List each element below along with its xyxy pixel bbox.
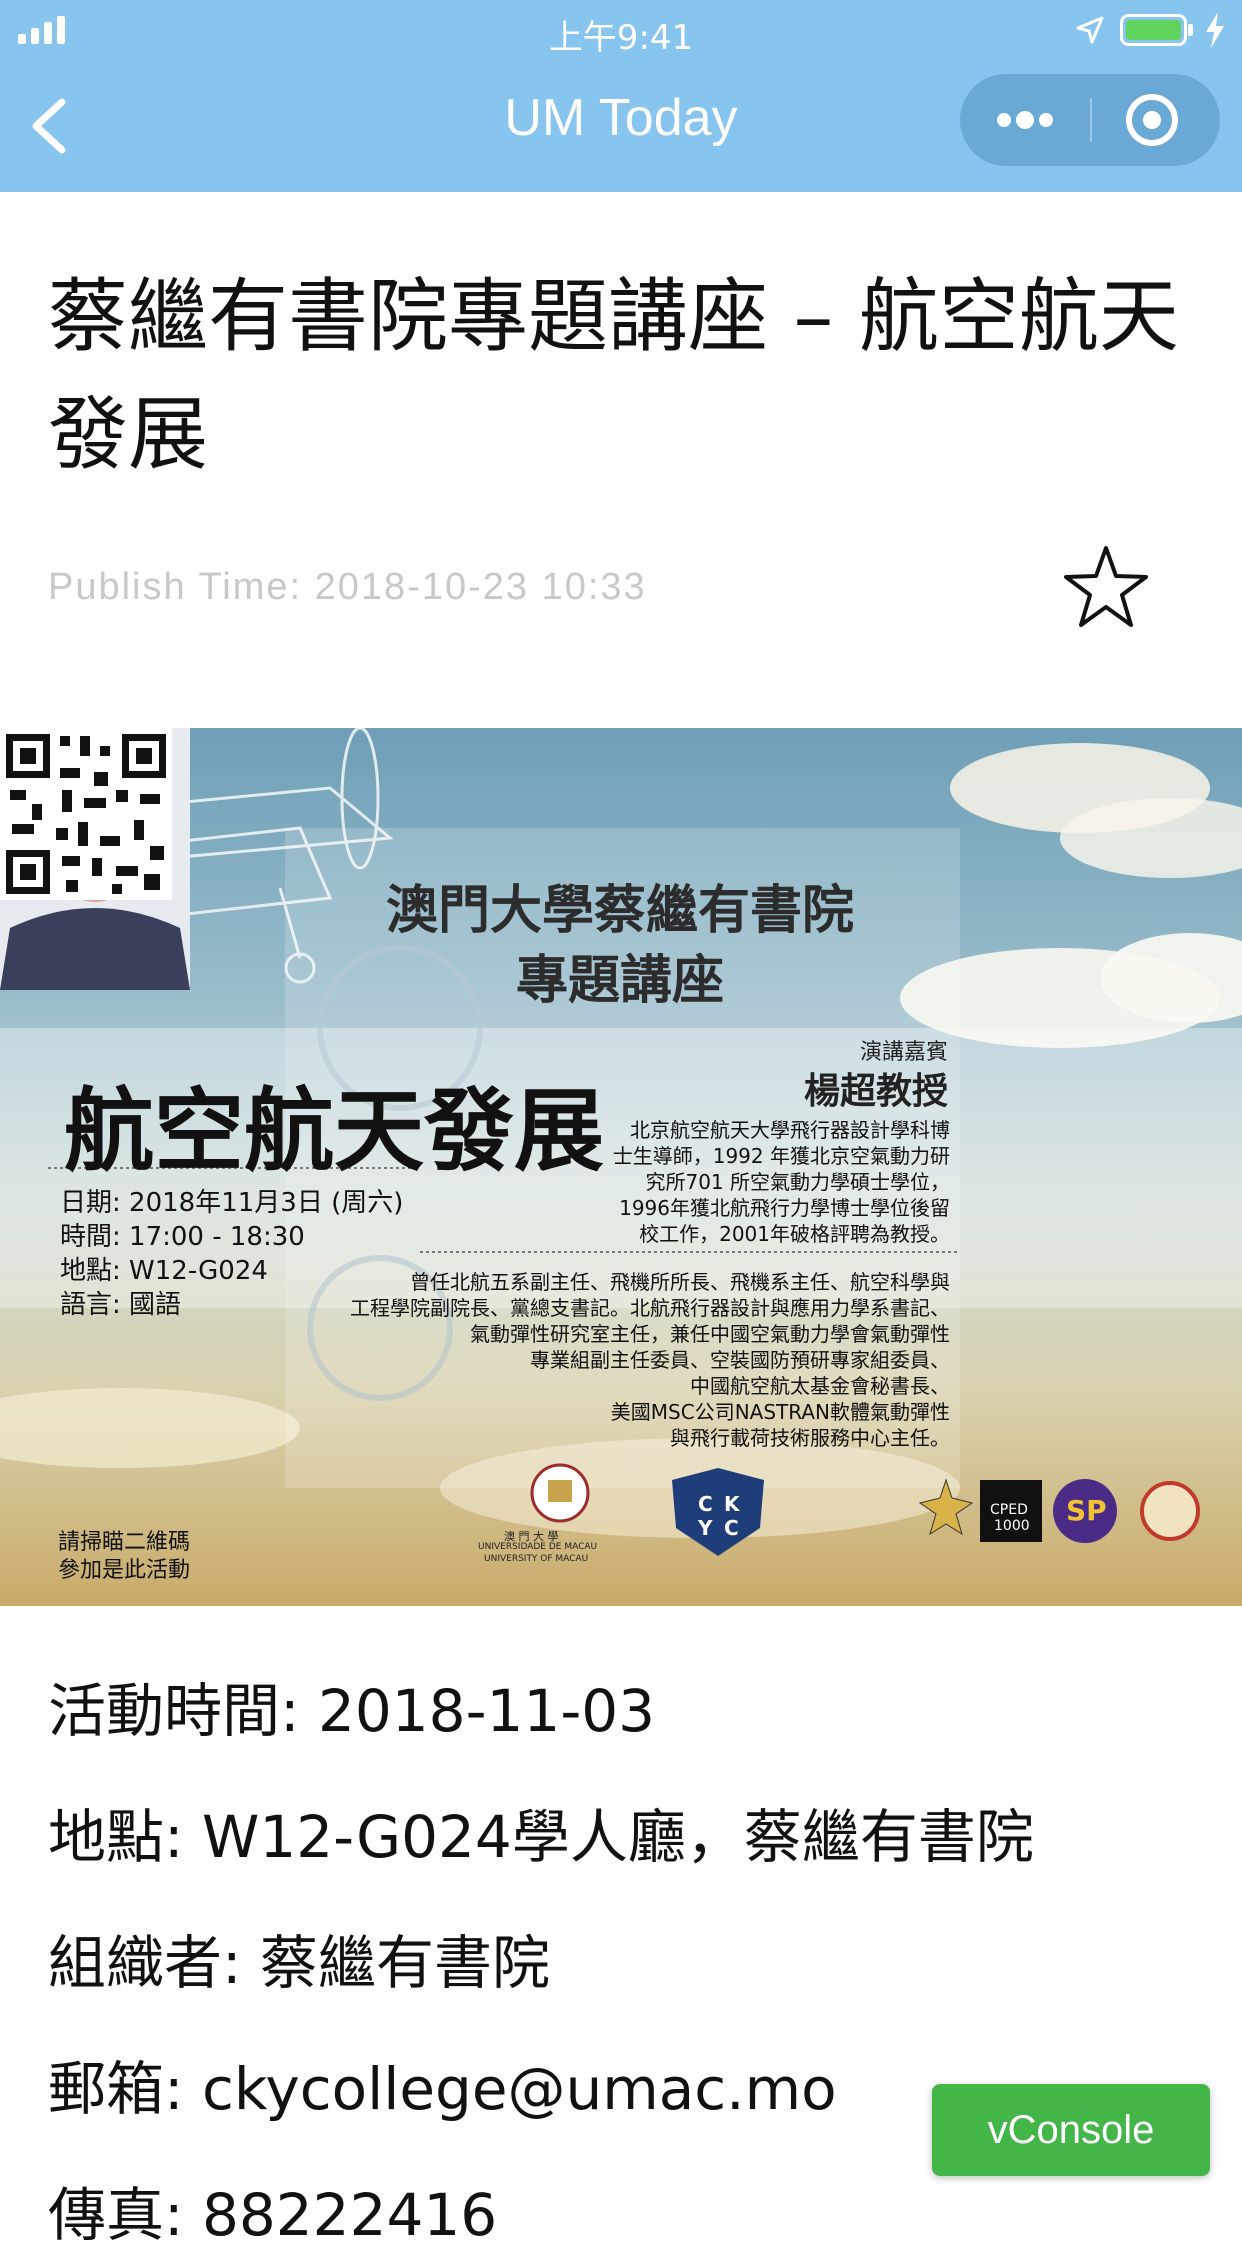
event-organizer: 組織者: 蔡繼有書院 (48, 1929, 550, 1997)
event-fax: 傳真: 88222416 (48, 2181, 498, 2249)
qr-caption-line2: 參加是此活動 (58, 1558, 191, 1583)
poster-speaker-name: 楊超教授 (804, 1071, 949, 1112)
poster-heading-line1: 澳門大學蔡繼有書院 (385, 881, 854, 941)
poster-career-line: 與飛行載荷技術服務中心主任。 (670, 1426, 950, 1450)
charging-bolt-icon (1206, 12, 1224, 48)
poster-career-line: 美國MSC公司NASTRAN軟體氣動彈性 (610, 1400, 950, 1424)
battery-icon (1120, 14, 1193, 46)
poster-venue: 地點: W12-G024 (60, 1256, 268, 1286)
event-email[interactable]: 郵箱: ckycollege@umac.mo (48, 2042, 837, 2126)
vconsole-button[interactable]: vConsole (932, 2084, 1210, 2176)
more-button[interactable] (960, 74, 1090, 166)
poster-heading-line2: 專題講座 (515, 951, 724, 1011)
poster-bio-line: 1996年獲北航飛行力學博士學位後留 (619, 1196, 950, 1220)
close-miniprogram-button[interactable] (1092, 74, 1220, 166)
um-logo-text: UNIVERSIDADE DE MACAU (478, 1542, 598, 1552)
article-title: 蔡繼有書院專題講座 – 航空航天發展 (48, 270, 1179, 481)
poster-date: 日期: 2018年11月3日 (周六) (60, 1188, 404, 1218)
cped-logo-text: 1000 (994, 1518, 1030, 1534)
poster-career-line: 氣動彈性研究室主任，兼任中國空氣動力學會氣動彈性 (470, 1322, 950, 1346)
poster-career-line: 中國航空航太基金會秘書長、 (690, 1374, 950, 1398)
poster-career-line: 專業組副主任委員、空裝國防預研專家組委員、 (530, 1348, 950, 1372)
favorite-star-button[interactable] (1058, 540, 1154, 636)
status-time: 上午9:41 (548, 18, 694, 58)
event-location: 地點: W12-G024學人廳，蔡繼有書院 (48, 1803, 1034, 1871)
poster-language: 語言: 國語 (60, 1290, 182, 1320)
ckyc-logo-letter: K (724, 1492, 740, 1516)
poster-career-line: 曾任北航五系副主任、飛機所所長、飛機系主任、航空科學與 (410, 1270, 950, 1294)
ckyc-logo-letter: C (698, 1492, 713, 1516)
cped-logo-text: CPED (990, 1502, 1028, 1518)
navigation-bar: 上午9:41 UM Today (0, 0, 1242, 192)
sp-logo-text: SP (1066, 1494, 1107, 1527)
ckyc-logo-letter: Y (698, 1516, 713, 1540)
poster-bio-line: 士生導師，1992 年獲北京空氣動力研 (612, 1144, 950, 1168)
qr-code[interactable] (0, 728, 172, 900)
event-time: 活動時間: 2018-11-03 (48, 1677, 656, 1745)
poster-bio-line: 校工作，2001年破格評聘為教授。 (639, 1222, 950, 1246)
poster-topic: 航空航天發展 (64, 1079, 604, 1184)
miniprogram-capsule (960, 74, 1220, 166)
event-poster: 澳門大學蔡繼有書院 專題講座 航空航天發展 日期: 2018年11月3日 (周六… (0, 728, 1242, 1606)
poster-time: 時間: 17:00 - 18:30 (60, 1222, 305, 1252)
um-logo-text: UNIVERSITY OF MACAU (484, 1554, 589, 1564)
publish-time: Publish Time: 2018-10-23 10:33 (48, 566, 647, 608)
poster-bio-line: 究所701 所空氣動力學碩士學位， (645, 1170, 950, 1194)
ckyc-logo-letter: C (724, 1516, 739, 1540)
poster-bio-line: 北京航空航天大學飛行器設計學科博 (630, 1118, 950, 1142)
location-arrow-icon (1076, 16, 1104, 44)
poster-career-line: 工程學院副院長、黨總支書記。北航飛行器設計與應用力學系書記、 (350, 1296, 950, 1320)
